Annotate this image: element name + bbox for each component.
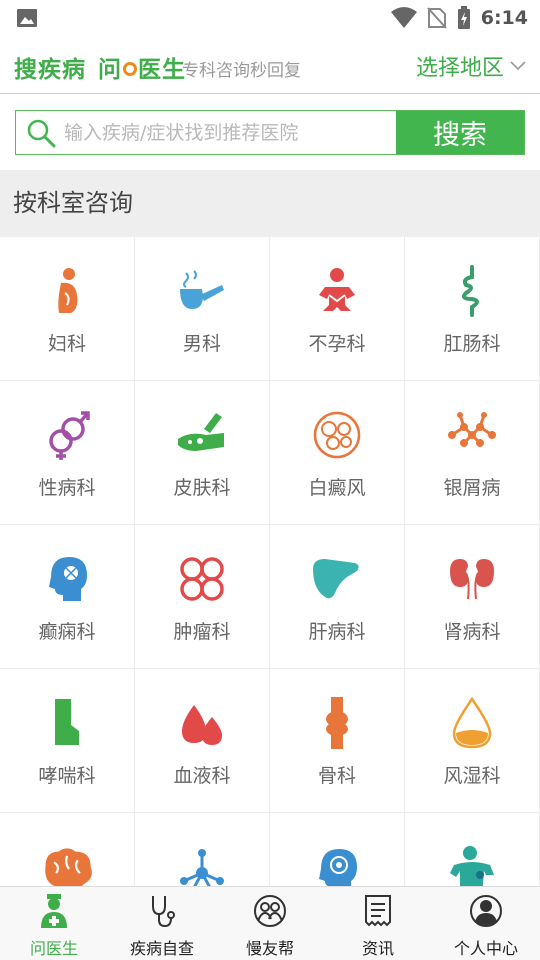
- department-psychiatry[interactable]: [270, 813, 405, 887]
- department-nephrology[interactable]: 肾病科: [405, 525, 540, 669]
- nav-label: 慢友帮: [245, 939, 294, 958]
- nav-news[interactable]: 资讯: [324, 887, 432, 960]
- battery-charging-icon: [457, 6, 470, 29]
- brand-part2-prefix: 问: [98, 57, 122, 83]
- department-neurology[interactable]: [0, 813, 135, 887]
- pregnant-woman-icon: [58, 268, 78, 313]
- department-immunology[interactable]: [135, 813, 270, 887]
- status-bar: 6:14: [0, 0, 540, 36]
- nav-label: 资讯: [361, 939, 394, 958]
- news-icon: [365, 895, 391, 927]
- department-dermatology[interactable]: 皮肤科: [135, 381, 270, 525]
- search-bar: 搜索: [15, 110, 525, 155]
- department-gynecology[interactable]: 妇科: [0, 237, 135, 381]
- person-icon: [450, 846, 494, 887]
- head-mind-icon: [319, 849, 357, 887]
- department-label: 不孕科: [308, 333, 366, 355]
- department-label: 风湿科: [443, 765, 501, 787]
- gender-symbol-icon: [49, 411, 90, 460]
- region-label: 选择地区: [415, 56, 504, 81]
- department-label: 银屑病: [443, 477, 501, 499]
- department-hematology[interactable]: 血液科: [135, 669, 270, 813]
- department-label: 皮肤科: [173, 477, 231, 499]
- brand-part1: 搜疾病: [14, 57, 86, 83]
- cells-icon: [313, 411, 361, 459]
- chevron-down-icon: [510, 61, 526, 71]
- tumor-icon: [180, 557, 224, 601]
- bottom-nav: 问医生 疾病自查 慢友帮 资讯 个人中心: [0, 886, 540, 960]
- search-field[interactable]: [16, 111, 396, 154]
- search-icon: [27, 119, 56, 147]
- department-label: 肿瘤科: [173, 621, 231, 643]
- user-icon: [470, 895, 502, 927]
- region-selector[interactable]: 选择地区: [416, 50, 526, 82]
- no-sim-icon: [426, 7, 447, 29]
- intestine-icon: [462, 265, 479, 317]
- hand-cream-icon: [178, 413, 224, 451]
- department-label: 肾病科: [443, 621, 501, 643]
- network-icon: [180, 849, 224, 887]
- department-label: 哮喘科: [38, 765, 96, 787]
- search-button[interactable]: 搜索: [396, 111, 524, 154]
- department-label: 骨科: [317, 765, 356, 787]
- brain-head-icon: [49, 557, 87, 601]
- department-label: 妇科: [47, 333, 86, 355]
- molecule-icon: [448, 412, 496, 447]
- group-icon: [254, 895, 286, 927]
- slogan: 专科咨询秒回复: [182, 61, 301, 81]
- department-label: 男科: [182, 333, 221, 355]
- department-asthma[interactable]: 哮喘科: [0, 669, 135, 813]
- doctor-icon: [41, 894, 67, 928]
- nav-label: 疾病自查: [129, 939, 194, 958]
- department-label: 血液科: [173, 765, 231, 787]
- drop-icon: [452, 697, 492, 749]
- wifi-icon: [390, 7, 417, 28]
- department-std[interactable]: 性病科: [0, 381, 135, 525]
- clock: 6:14: [480, 7, 528, 29]
- department-label: 肝病科: [308, 621, 366, 643]
- baby-icon: [319, 268, 355, 311]
- stethoscope-icon: [152, 896, 175, 928]
- nav-ask-doctor[interactable]: 问医生: [0, 887, 108, 960]
- nav-self-check[interactable]: 疾病自查: [108, 887, 216, 960]
- liver-icon: [313, 559, 359, 599]
- section-title: 按科室咨询: [0, 170, 540, 237]
- brain-icon: [45, 848, 92, 887]
- department-proctology[interactable]: 肛肠科: [405, 237, 540, 381]
- knee-joint-icon: [326, 697, 348, 749]
- inhaler-icon: [55, 699, 79, 745]
- nav-label: 问医生: [29, 939, 78, 958]
- nav-patient-community[interactable]: 慢友帮: [216, 887, 324, 960]
- department-label: 性病科: [38, 477, 96, 499]
- department-hepatology[interactable]: 肝病科: [270, 525, 405, 669]
- department-psoriasis[interactable]: 银屑病: [405, 381, 540, 525]
- department-label: 肛肠科: [443, 333, 501, 355]
- brand-dot-icon: [123, 62, 137, 76]
- department-grid: 妇科 男科 不孕科 肛肠科 性病科 皮肤科 白癜风 银屑病 癫痫科 肿瘤科 肝病…: [0, 237, 540, 887]
- pipe-icon: [180, 270, 224, 309]
- kidney-icon: [450, 559, 494, 600]
- brand-part2-suffix: 医生: [138, 57, 186, 83]
- nav-label: 个人中心: [453, 939, 518, 958]
- department-rheumatology[interactable]: 风湿科: [405, 669, 540, 813]
- department-label: 白癜风: [308, 477, 366, 499]
- department-vitiligo[interactable]: 白癜风: [270, 381, 405, 525]
- image-notification-icon: [17, 9, 37, 27]
- brand-logo[interactable]: 搜疾病 问 医生: [14, 50, 186, 84]
- department-label: 癫痫科: [38, 621, 96, 643]
- blood-drop-icon: [182, 705, 222, 745]
- department-epilepsy[interactable]: 癫痫科: [0, 525, 135, 669]
- department-andrology[interactable]: 男科: [135, 237, 270, 381]
- search-input[interactable]: [64, 121, 384, 144]
- department-rehabilitation[interactable]: [405, 813, 540, 887]
- app-header: 搜疾病 问 医生 专科咨询秒回复 选择地区: [0, 36, 540, 94]
- department-oncology[interactable]: 肿瘤科: [135, 525, 270, 669]
- department-infertility[interactable]: 不孕科: [270, 237, 405, 381]
- department-orthopedics[interactable]: 骨科: [270, 669, 405, 813]
- nav-profile[interactable]: 个人中心: [432, 887, 540, 960]
